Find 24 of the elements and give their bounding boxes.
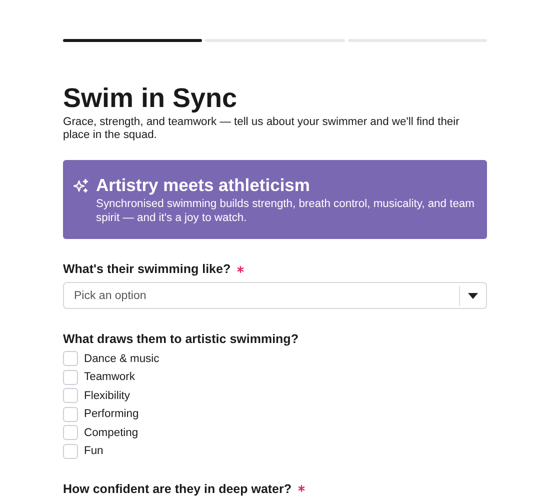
checkbox[interactable] — [63, 370, 78, 384]
checkbox[interactable] — [63, 425, 78, 440]
checkbox-label[interactable]: Teamwork — [84, 371, 135, 383]
checkbox-label[interactable]: Fun — [84, 445, 104, 457]
callout-title: Artistry meets athleticism — [96, 174, 311, 196]
checkbox[interactable] — [63, 351, 78, 366]
checkbox-label[interactable]: Flexibility — [84, 390, 130, 402]
page-title: Swim in Sync — [63, 83, 238, 113]
question-label: What draws them to artistic swimming? — [63, 331, 298, 347]
asterisk-icon — [298, 485, 305, 492]
checkbox-label[interactable]: Performing — [84, 408, 139, 420]
checkbox[interactable] — [63, 406, 78, 422]
asterisk-icon — [236, 266, 244, 272]
checkbox[interactable] — [63, 444, 78, 458]
checkbox-label[interactable]: Dance & music — [84, 352, 160, 364]
checkbox[interactable] — [63, 388, 78, 403]
checkbox-label[interactable]: Competing — [84, 426, 138, 438]
callout-text: Synchronised swimming builds strength, breath control, musicality, and team spirit — and it's a joy to watch. — [96, 198, 475, 225]
page-subtitle: Grace, strength, and teamwork — tell us about your swimmer and we'll find their place in the squad. — [63, 116, 460, 142]
option-dropdown[interactable]: Pick an option — [63, 282, 487, 309]
question-label: What's their swimming like? — [63, 261, 231, 277]
caret-icon — [468, 292, 478, 298]
sparkles-icon — [73, 178, 89, 194]
question-label: How confident are they in deep water? — [63, 480, 292, 496]
